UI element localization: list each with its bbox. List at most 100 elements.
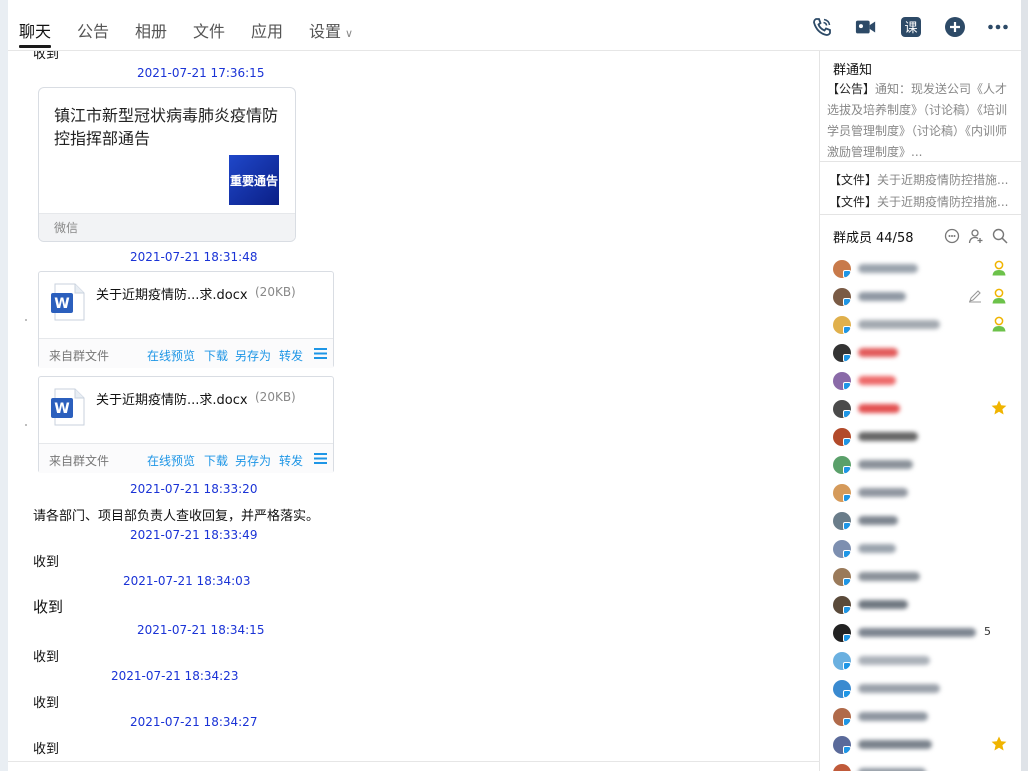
save-as-link[interactable]: 另存为: [235, 347, 271, 364]
search-icon[interactable]: [992, 228, 1008, 244]
message-dot: [25, 424, 27, 426]
message-timestamp: 2021-07-21 17:36:15: [137, 66, 265, 80]
group-info-panel: 群通知 【公告】通知：现发送公司《人才选拔及培养制度》（讨论稿）《培训学员管理制…: [820, 51, 1021, 771]
member-row[interactable]: [820, 510, 1021, 538]
add-circle-icon[interactable]: [944, 16, 966, 38]
shared-article-card[interactable]: 镇江市新型冠状病毒肺炎疫情防控指挥部通告 重要通告 微信: [38, 87, 296, 242]
member-row[interactable]: [820, 650, 1021, 678]
save-as-link[interactable]: 另存为: [235, 452, 271, 469]
avatar[interactable]: [833, 428, 851, 446]
avatar[interactable]: [833, 344, 851, 362]
avatar[interactable]: [833, 680, 851, 698]
member-row[interactable]: [820, 426, 1021, 454]
member-name-blurred: [858, 628, 976, 637]
file-message-card[interactable]: W 关于近期疫情防...求.docx (20KB) 来自群文件 在线预览 下载 …: [38, 271, 334, 368]
class-icon-label: 课: [904, 21, 917, 36]
group-notice[interactable]: 【公告】通知：现发送公司《人才选拔及培养制度》（讨论稿）《培训学员管理制度》（讨…: [827, 79, 1017, 163]
member-row[interactable]: [820, 594, 1021, 622]
device-badge-icon: [843, 298, 851, 306]
download-link[interactable]: 下载: [204, 452, 228, 469]
phone-call-icon[interactable]: [811, 16, 833, 38]
group-file-row[interactable]: 【文件】关于近期疫情防控措施...: [829, 171, 1015, 188]
more-icon[interactable]: [987, 16, 1009, 38]
tab-album[interactable]: 相册: [135, 18, 167, 42]
active-tab-indicator: [19, 45, 51, 48]
chat-message-area[interactable]: 收到 2021-07-21 17:36:15 镇江市新型冠状病毒肺炎疫情防控指挥…: [8, 51, 820, 771]
message-timestamp: 2021-07-21 18:31:48: [130, 250, 258, 264]
message-text: 收到: [33, 742, 60, 757]
avatar[interactable]: [833, 316, 851, 334]
chevron-down-icon: ∨: [345, 27, 354, 40]
member-row[interactable]: [820, 314, 1021, 342]
avatar[interactable]: [833, 260, 851, 278]
file-source: 来自群文件: [49, 349, 110, 363]
admin-person-icon: [992, 288, 1006, 304]
member-row[interactable]: [820, 370, 1021, 398]
member-name-blurred: [858, 264, 918, 273]
avatar[interactable]: [833, 456, 851, 474]
member-name-blurred: [858, 600, 908, 609]
avatar[interactable]: [833, 764, 851, 771]
member-row[interactable]: [820, 762, 1021, 771]
tab-announcement[interactable]: 公告: [77, 18, 109, 42]
member-row[interactable]: 5: [820, 622, 1021, 650]
avatar[interactable]: [833, 484, 851, 502]
member-row[interactable]: [820, 566, 1021, 594]
video-call-icon[interactable]: [855, 16, 877, 38]
member-row[interactable]: [820, 454, 1021, 482]
edit-pencil-icon[interactable]: [968, 289, 982, 303]
avatar[interactable]: [833, 400, 851, 418]
device-badge-icon: [843, 438, 851, 446]
device-badge-icon: [843, 690, 851, 698]
member-row[interactable]: [820, 678, 1021, 706]
avatar[interactable]: [833, 540, 851, 558]
member-row[interactable]: [820, 734, 1021, 762]
avatar[interactable]: [833, 512, 851, 530]
menu-icon[interactable]: [314, 453, 327, 464]
avatar[interactable]: [833, 568, 851, 586]
tab-apps[interactable]: 应用: [251, 18, 283, 42]
device-badge-icon: [843, 634, 851, 642]
member-row[interactable]: [820, 286, 1021, 314]
members-header: 群成员 44/58: [833, 227, 913, 246]
preview-online-link[interactable]: 在线预览: [147, 347, 195, 364]
avatar[interactable]: [833, 736, 851, 754]
member-row[interactable]: [820, 482, 1021, 510]
avatar[interactable]: [833, 372, 851, 390]
message-timestamp: 2021-07-21 18:34:23: [111, 669, 239, 683]
device-badge-icon: [843, 522, 851, 530]
members-count: 44/58: [876, 231, 914, 246]
menu-icon[interactable]: [314, 348, 327, 359]
member-chat-icon[interactable]: [944, 228, 960, 244]
forward-link[interactable]: 转发: [279, 452, 303, 469]
member-row[interactable]: [820, 706, 1021, 734]
member-name-blurred: [858, 516, 898, 525]
member-row[interactable]: [820, 258, 1021, 286]
avatar[interactable]: [833, 652, 851, 670]
message-timestamp: 2021-07-21 18:34:15: [137, 623, 265, 637]
class-icon[interactable]: 课: [900, 16, 922, 38]
file-message-card[interactable]: W 关于近期疫情防...求.docx (20KB) 来自群文件 在线预览 下载 …: [38, 376, 334, 473]
preview-online-link[interactable]: 在线预览: [147, 452, 195, 469]
member-row[interactable]: [820, 342, 1021, 370]
group-file-row[interactable]: 【文件】关于近期疫情防控措施...: [829, 193, 1015, 210]
tab-chat[interactable]: 聊天: [19, 18, 51, 42]
file-tag: 【文件】: [829, 173, 878, 187]
download-link[interactable]: 下载: [204, 347, 228, 364]
avatar[interactable]: [833, 288, 851, 306]
forward-link[interactable]: 转发: [279, 347, 303, 364]
device-badge-icon: [843, 466, 851, 474]
tab-settings[interactable]: 设置 ∨: [309, 18, 353, 42]
message-text: 请各部门、项目部负责人查收回复，并严格落实。: [33, 509, 320, 524]
member-name-blurred: [858, 740, 932, 749]
message-text: 收到: [33, 555, 60, 570]
add-member-icon[interactable]: [968, 228, 984, 244]
avatar[interactable]: [833, 708, 851, 726]
avatar[interactable]: [833, 624, 851, 642]
avatar[interactable]: [833, 596, 851, 614]
member-row[interactable]: [820, 538, 1021, 566]
member-row[interactable]: [820, 398, 1021, 426]
tab-files[interactable]: 文件: [193, 18, 225, 42]
word-doc-icon: W: [51, 283, 85, 321]
member-name-blurred: [858, 292, 906, 301]
